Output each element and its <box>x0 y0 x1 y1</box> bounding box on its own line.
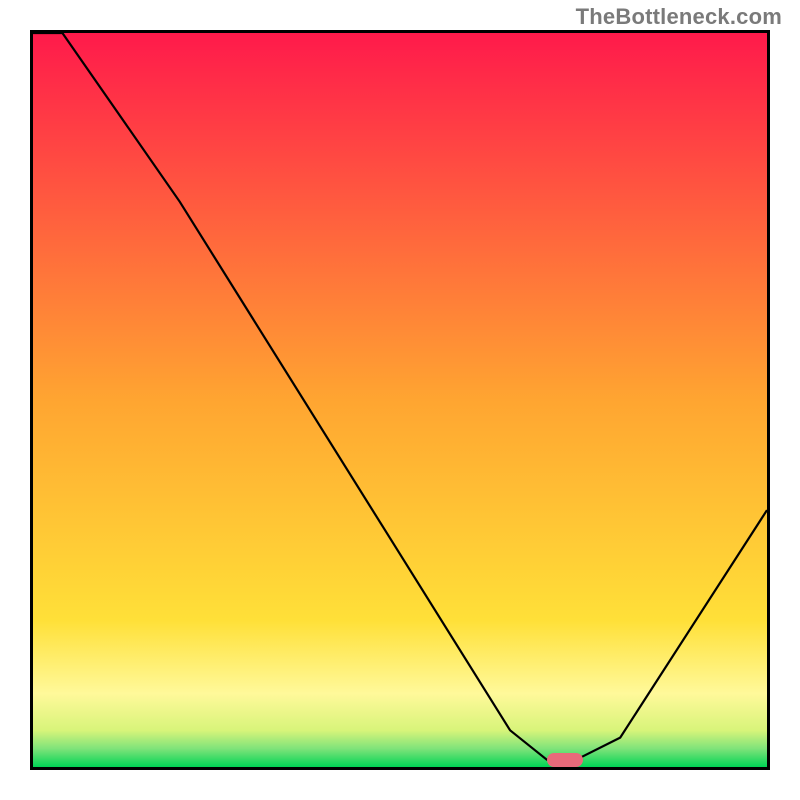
optimal-marker <box>547 753 584 767</box>
chart-stage: TheBottleneck.com <box>0 0 800 800</box>
plot-svg <box>33 33 767 767</box>
plot-area <box>30 30 770 770</box>
watermark-text: TheBottleneck.com <box>576 4 782 30</box>
bg-rect <box>33 33 767 767</box>
